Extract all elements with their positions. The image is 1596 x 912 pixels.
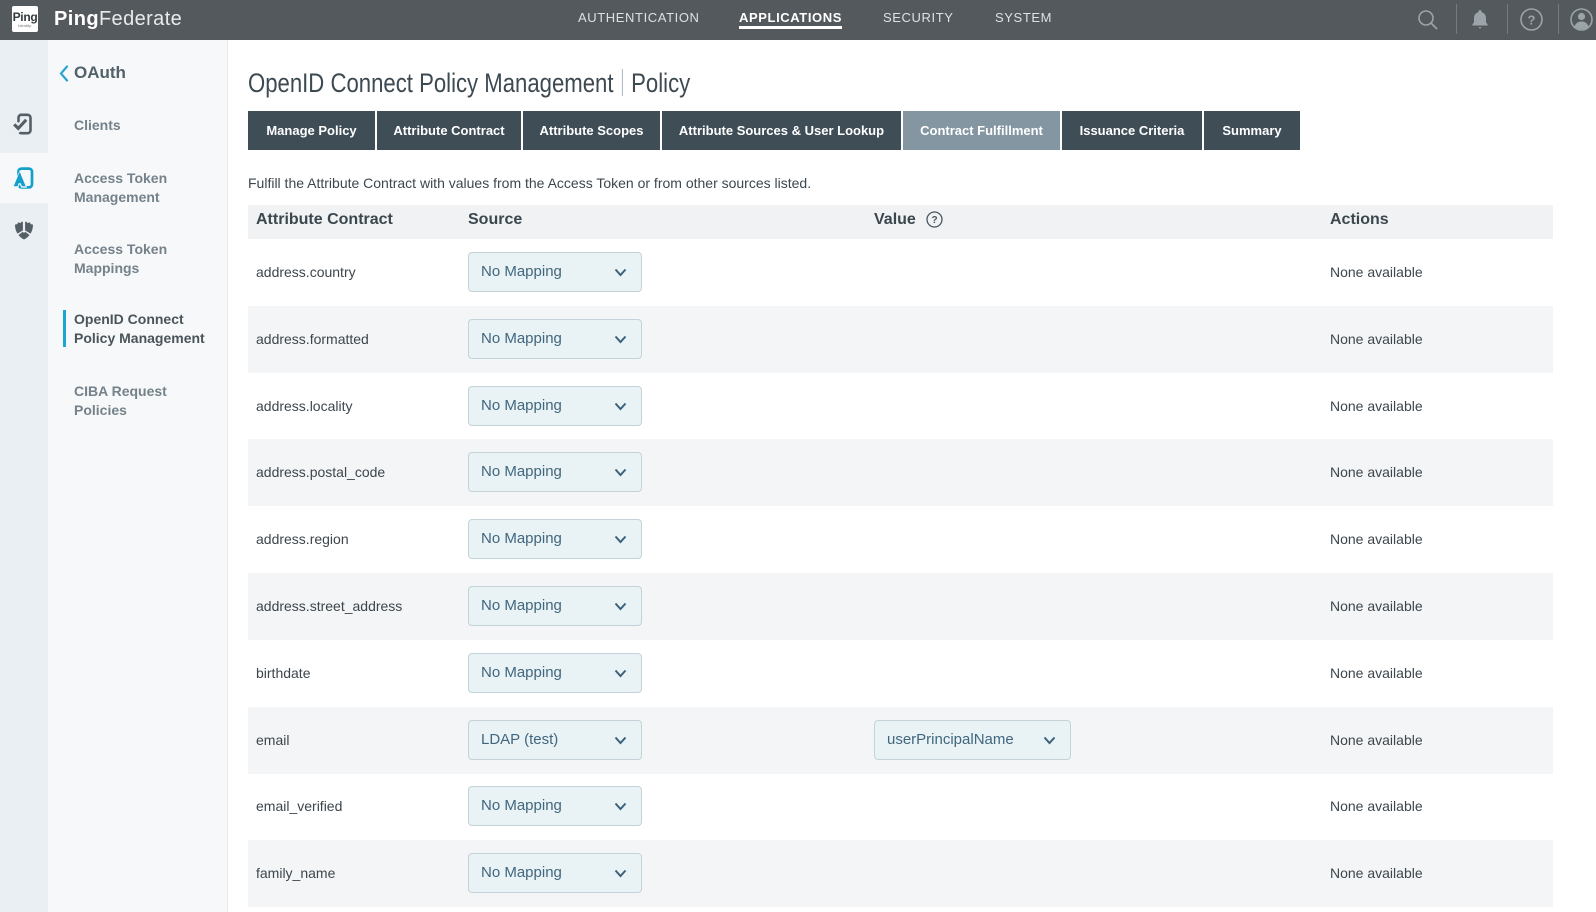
svg-text:?: ? bbox=[1528, 13, 1536, 28]
svg-text:?: ? bbox=[931, 215, 937, 226]
